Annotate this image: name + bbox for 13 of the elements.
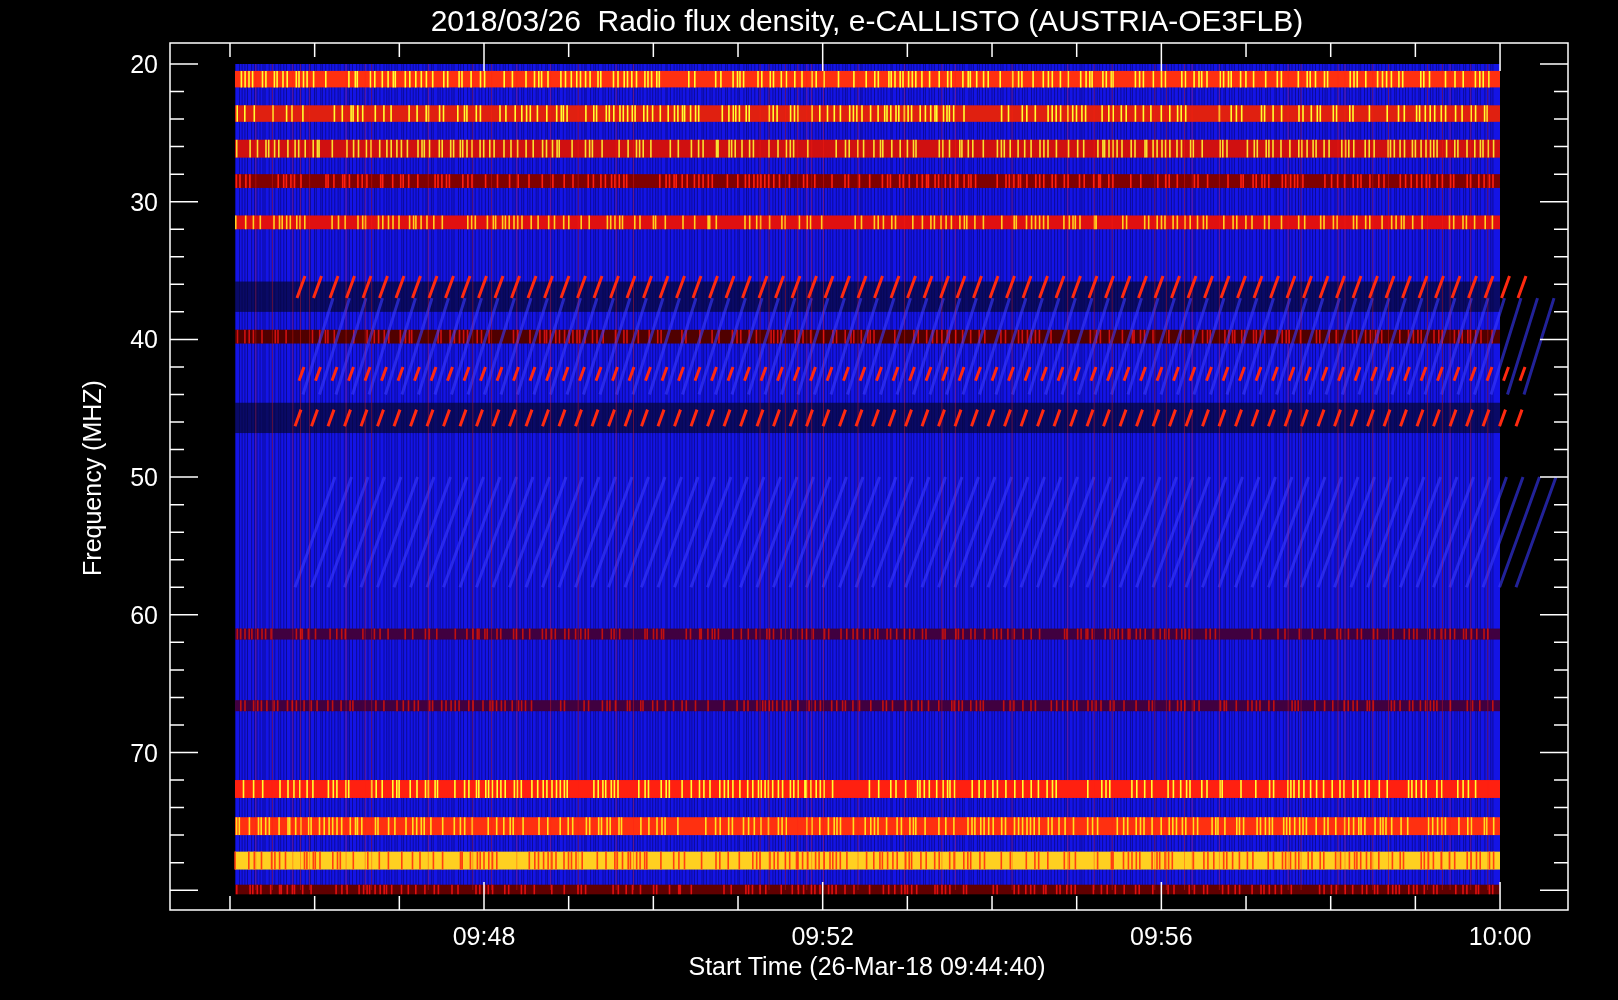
y-tick-label: 30 — [130, 187, 158, 216]
x-tick-label: 09:48 — [452, 922, 516, 950]
x-tick-label: 09:56 — [1130, 922, 1193, 950]
y-tick-label: 70 — [130, 738, 158, 767]
y-axis-label: Frequency (MHZ) — [78, 380, 106, 576]
y-tick-label: 40 — [130, 325, 158, 354]
y-tick-label: 50 — [130, 463, 158, 492]
y-tick-label: 60 — [130, 600, 158, 629]
x-tick-label: 09:52 — [791, 922, 854, 950]
chart-title: 2018/03/26 Radio flux density, e-CALLISTO (AUSTRIA-OE3FLB) — [430, 4, 1304, 37]
y-tick-label: 20 — [130, 50, 158, 78]
x-tick-label: 10:00 — [1468, 922, 1532, 950]
x-axis-label: Start Time (26-Mar-18 09:44:40) — [688, 952, 1046, 980]
